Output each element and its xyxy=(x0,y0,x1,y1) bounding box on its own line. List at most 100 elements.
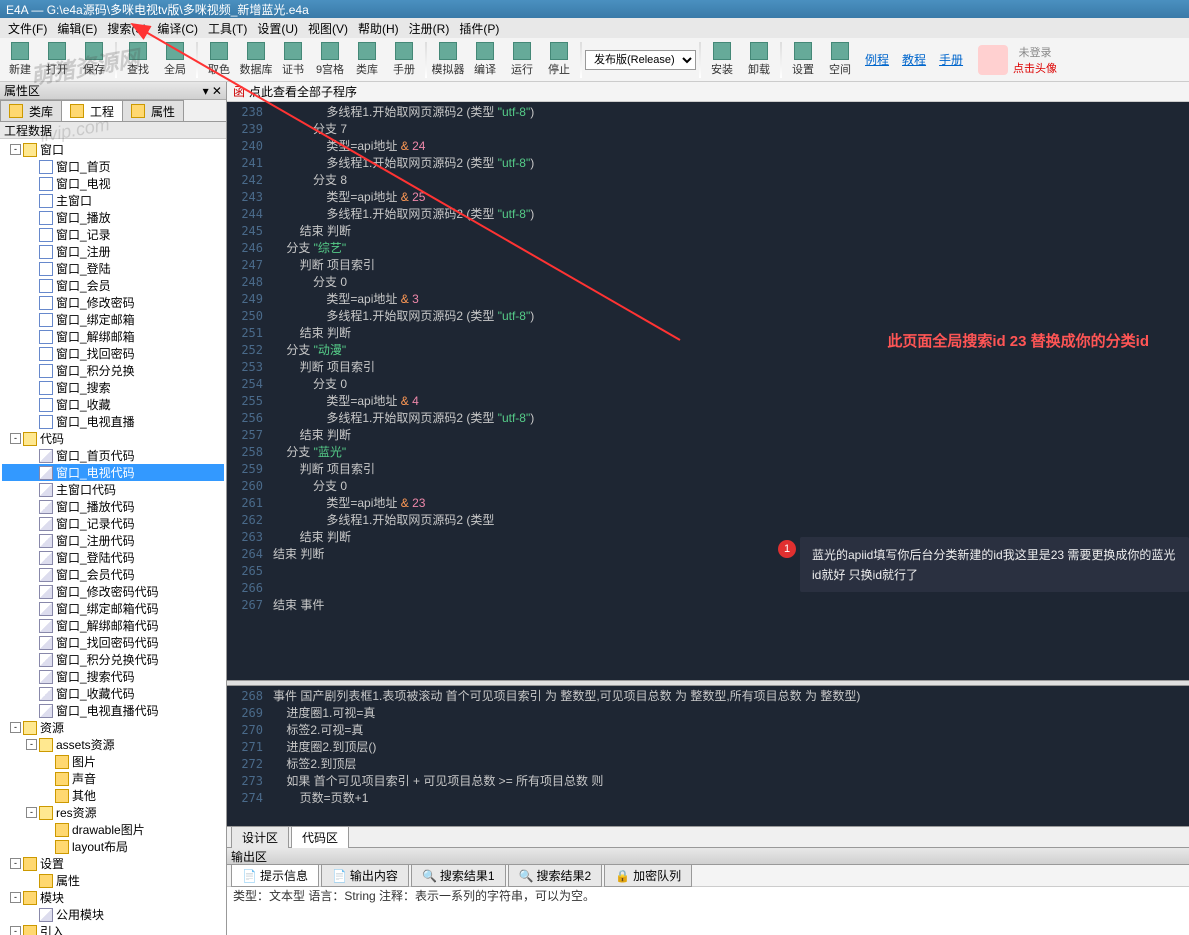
project-tree[interactable]: -窗口窗口_首页窗口_电视主窗口窗口_播放窗口_记录窗口_注册窗口_登陆窗口_会… xyxy=(0,139,226,935)
tree-toggle-icon[interactable]: - xyxy=(10,926,21,935)
code-line[interactable]: 进度圈2.到顶层() xyxy=(273,739,1185,756)
tree-node[interactable]: 窗口_首页 xyxy=(2,158,224,175)
tree-node[interactable]: 窗口_注册代码 xyxy=(2,532,224,549)
code-line[interactable]: 多线程1.开始取网页源码2 (类型 "utf-8") xyxy=(273,104,1185,121)
uninstall-icon[interactable]: 卸载 xyxy=(741,40,777,80)
menu-3[interactable]: 编译(C) xyxy=(153,19,202,38)
toolbar-link[interactable]: 教程 xyxy=(902,51,926,68)
tree-node[interactable]: 窗口_绑定邮箱代码 xyxy=(2,600,224,617)
prop-tab-0[interactable]: 类库 xyxy=(0,100,62,121)
tree-node[interactable]: 窗口_电视 xyxy=(2,175,224,192)
tree-node[interactable]: 窗口_注册 xyxy=(2,243,224,260)
prop-tab-2[interactable]: 属性 xyxy=(122,100,184,121)
find-icon[interactable]: 查找 xyxy=(120,40,156,80)
db-icon[interactable]: 数据库 xyxy=(238,40,274,80)
global-icon[interactable]: 全局 xyxy=(157,40,193,80)
tree-toggle-icon[interactable]: - xyxy=(26,807,37,818)
run-icon[interactable]: 运行 xyxy=(504,40,540,80)
build-mode-select[interactable]: 发布版(Release) xyxy=(585,50,696,70)
tree-node[interactable]: 窗口_电视代码 xyxy=(2,464,224,481)
tree-node[interactable]: 图片 xyxy=(2,753,224,770)
tree-node[interactable]: 公用模块 xyxy=(2,906,224,923)
code-line[interactable]: 类型=api地址 & 24 xyxy=(273,138,1185,155)
toolbar-link[interactable]: 手册 xyxy=(939,51,963,68)
open-icon[interactable]: 打开 xyxy=(39,40,75,80)
code-line[interactable]: 多线程1.开始取网页源码2 (类型 xyxy=(273,512,1185,529)
tree-toggle-icon[interactable]: - xyxy=(10,144,21,155)
tree-node[interactable]: 窗口_会员 xyxy=(2,277,224,294)
tree-node[interactable]: drawable图片 xyxy=(2,821,224,838)
tree-node[interactable]: -设置 xyxy=(2,855,224,872)
tree-node[interactable]: 窗口_记录代码 xyxy=(2,515,224,532)
tree-node[interactable]: 窗口_修改密码代码 xyxy=(2,583,224,600)
tree-node[interactable]: 属性 xyxy=(2,872,224,889)
stop-icon[interactable]: 停止 xyxy=(541,40,577,80)
code-line[interactable]: 类型=api地址 & 23 xyxy=(273,495,1185,512)
code-line[interactable]: 分支 8 xyxy=(273,172,1185,189)
tree-node[interactable]: 窗口_收藏 xyxy=(2,396,224,413)
code-line[interactable]: 页数=页数+1 xyxy=(273,790,1185,807)
code-line[interactable]: 分支 "蓝光" xyxy=(273,444,1185,461)
tree-node[interactable]: 窗口_积分兑换 xyxy=(2,362,224,379)
tree-node[interactable]: 窗口_首页代码 xyxy=(2,447,224,464)
code-line[interactable]: 分支 0 xyxy=(273,274,1185,291)
code-line[interactable]: 标签2.可视=真 xyxy=(273,722,1185,739)
build-icon[interactable]: 编译 xyxy=(467,40,503,80)
design-tab-1[interactable]: 代码区 xyxy=(291,826,349,849)
tree-node[interactable]: 窗口_会员代码 xyxy=(2,566,224,583)
menu-2[interactable]: 搜索(S) xyxy=(103,19,151,38)
code-line[interactable]: 结束 事件 xyxy=(273,597,1185,614)
tree-node[interactable]: 窗口_找回密码代码 xyxy=(2,634,224,651)
menu-8[interactable]: 注册(R) xyxy=(405,19,454,38)
code-line[interactable]: 分支 7 xyxy=(273,121,1185,138)
output-tab-0[interactable]: 📄提示信息 xyxy=(231,864,319,887)
book-icon[interactable]: 手册 xyxy=(386,40,422,80)
code-editor-top[interactable]: 2382392402412422432442452462472482492502… xyxy=(227,102,1189,680)
menu-6[interactable]: 视图(V) xyxy=(304,19,352,38)
tree-node[interactable]: 窗口_记录 xyxy=(2,226,224,243)
tree-node[interactable]: -模块 xyxy=(2,889,224,906)
space-icon[interactable]: 空间 xyxy=(822,40,858,80)
code-line[interactable]: 多线程1.开始取网页源码2 (类型 "utf-8") xyxy=(273,410,1185,427)
tree-node[interactable]: 窗口_收藏代码 xyxy=(2,685,224,702)
tree-node[interactable]: 窗口_解绑邮箱 xyxy=(2,328,224,345)
emu-icon[interactable]: 模拟器 xyxy=(430,40,466,80)
tree-node[interactable]: 窗口_播放 xyxy=(2,209,224,226)
new-icon[interactable]: 新建 xyxy=(2,40,38,80)
tree-toggle-icon[interactable]: - xyxy=(10,722,21,733)
tree-node[interactable]: -res资源 xyxy=(2,804,224,821)
tree-node[interactable]: -assets资源 xyxy=(2,736,224,753)
code-line[interactable]: 标签2.到顶层 xyxy=(273,756,1185,773)
prop-tab-1[interactable]: 工程 xyxy=(61,100,123,121)
code-line[interactable]: 分支 0 xyxy=(273,478,1185,495)
output-tab-3[interactable]: 🔍搜索结果2 xyxy=(508,864,603,887)
tree-node[interactable]: 窗口_绑定邮箱 xyxy=(2,311,224,328)
menu-4[interactable]: 工具(T) xyxy=(204,19,251,38)
tree-node[interactable]: 窗口_搜索代码 xyxy=(2,668,224,685)
tree-node[interactable]: 声音 xyxy=(2,770,224,787)
code-line[interactable]: 分支 0 xyxy=(273,376,1185,393)
code-line[interactable]: 结束 判断 xyxy=(273,223,1185,240)
tree-node[interactable]: 窗口_积分兑换代码 xyxy=(2,651,224,668)
code-line[interactable]: 事件 国产剧列表框1.表项被滚动 首个可见项目索引 为 整数型,可见项目总数 为… xyxy=(273,688,1185,705)
code-line[interactable]: 类型=api地址 & 4 xyxy=(273,393,1185,410)
tree-node[interactable]: layout布局 xyxy=(2,838,224,855)
tree-toggle-icon[interactable]: - xyxy=(26,739,37,750)
code-line[interactable]: 多线程1.开始取网页源码2 (类型 "utf-8") xyxy=(273,155,1185,172)
grid9-icon[interactable]: 9宫格 xyxy=(312,40,348,80)
tree-node[interactable]: 窗口_登陆代码 xyxy=(2,549,224,566)
tree-node[interactable]: -引入 xyxy=(2,923,224,935)
code-line[interactable]: 分支 "综艺" xyxy=(273,240,1185,257)
settings-icon[interactable]: 设置 xyxy=(785,40,821,80)
tree-node[interactable]: 其他 xyxy=(2,787,224,804)
tree-node[interactable]: 窗口_搜索 xyxy=(2,379,224,396)
menu-9[interactable]: 插件(P) xyxy=(455,19,503,38)
output-tab-4[interactable]: 🔒加密队列 xyxy=(604,864,692,887)
code-line[interactable]: 类型=api地址 & 3 xyxy=(273,291,1185,308)
code-line[interactable]: 多线程1.开始取网页源码2 (类型 "utf-8") xyxy=(273,206,1185,223)
output-tab-1[interactable]: 📄输出内容 xyxy=(321,864,409,887)
tree-toggle-icon[interactable]: - xyxy=(10,892,21,903)
code-line[interactable]: 判断 项目索引 xyxy=(273,257,1185,274)
tree-node[interactable]: 主窗口 xyxy=(2,192,224,209)
panel-chevron-icon[interactable]: ▾ ✕ xyxy=(203,84,222,98)
